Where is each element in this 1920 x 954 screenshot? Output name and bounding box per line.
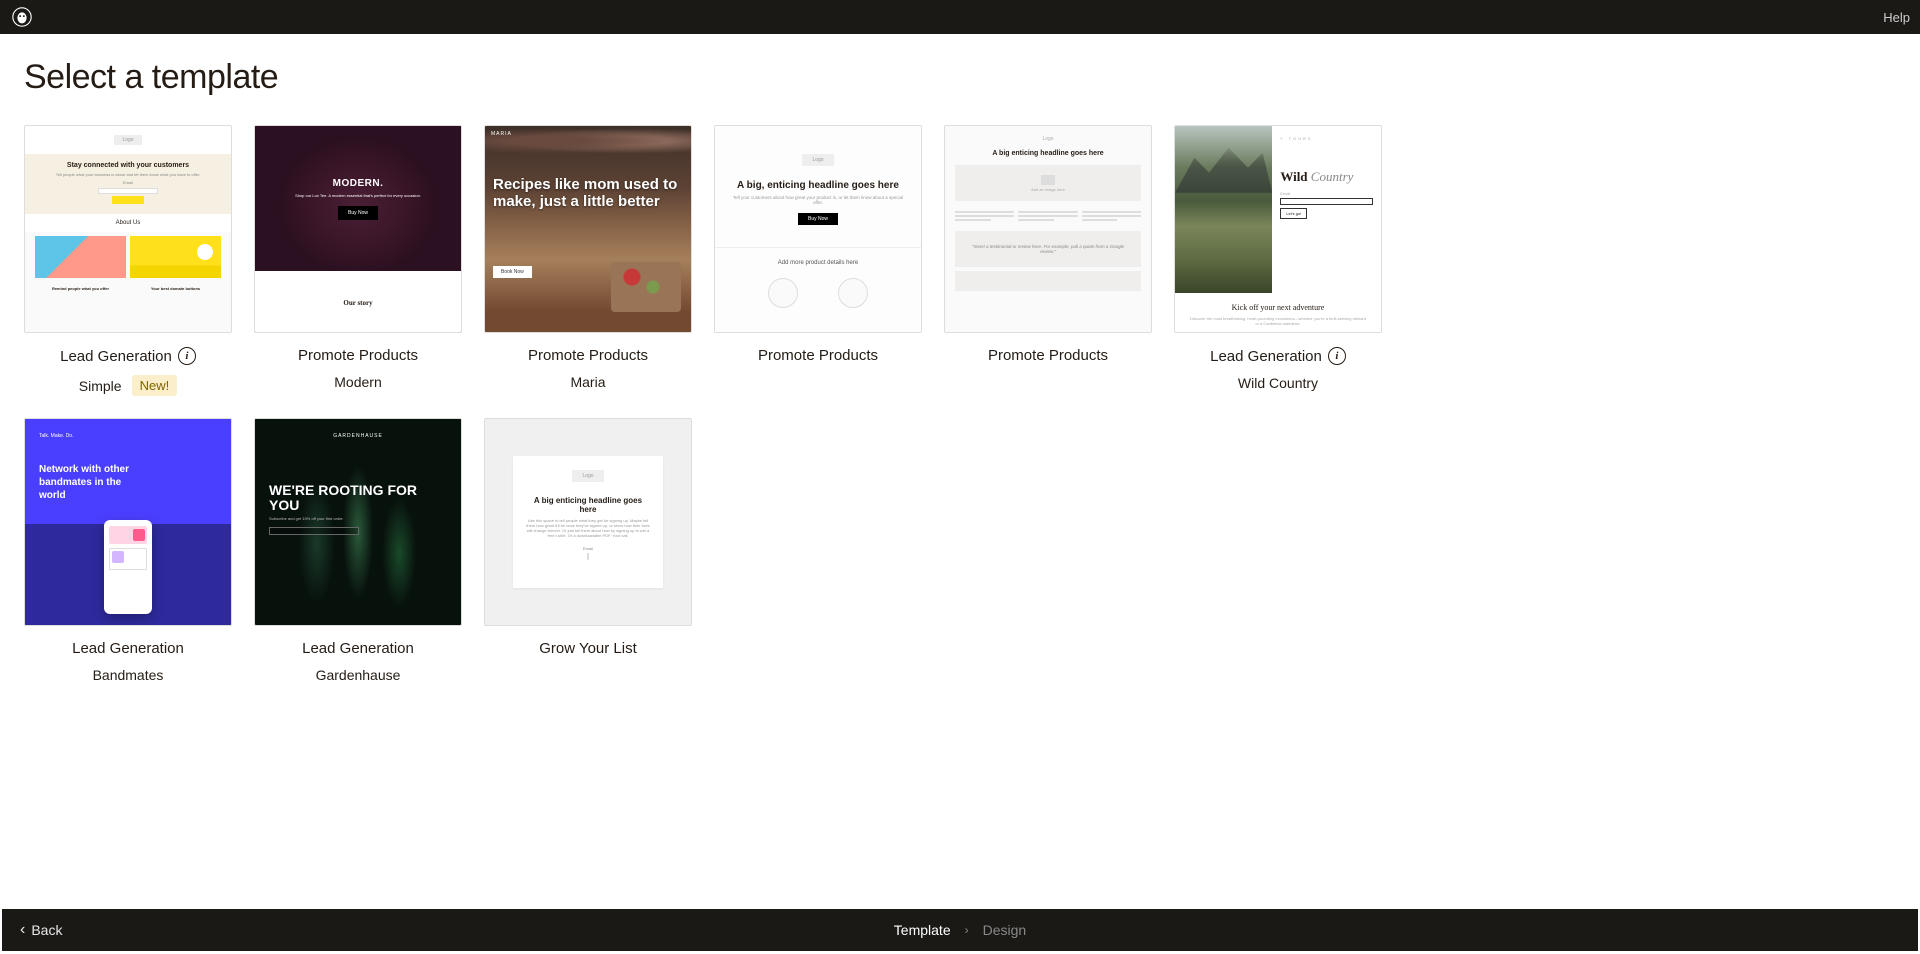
chevron-left-icon: ‹ — [20, 921, 25, 939]
template-thumbnail: Talk. Make. Do. Network with other bandm… — [24, 418, 232, 626]
thumb-logo: Logo — [572, 470, 603, 482]
back-label: Back — [31, 922, 62, 938]
thumb-story: Our story — [255, 271, 461, 333]
thumb-cta: Book Now — [493, 266, 532, 278]
template-card-promote-1[interactable]: Logo A big, enticing headline goes here … — [714, 125, 922, 396]
help-link[interactable]: Help — [1883, 10, 1910, 25]
template-thumbnail: MARIA Recipes like mom used to make, jus… — [484, 125, 692, 333]
template-thumbnail: ≡TOURS Wild Country Email Let's go! Kick… — [1174, 125, 1382, 333]
thumb-email-label: Email — [41, 180, 215, 185]
template-name: Maria — [570, 374, 605, 390]
thumb-brand: GARDENHAUSE — [269, 433, 447, 439]
template-name: Wild Country — [1238, 375, 1318, 391]
thumb-col: Your best domain buttons — [151, 286, 200, 291]
template-category: Promote Products — [298, 347, 418, 364]
thumb-title-2: Country — [1311, 169, 1354, 184]
thumb-headline: Network with other bandmates in the worl… — [39, 463, 134, 502]
template-card-simple[interactable]: Logo Stay connected with your customers … — [24, 125, 232, 396]
thumb-email-label: Email — [583, 546, 593, 551]
template-category: Lead Generation — [1210, 348, 1322, 365]
template-card-modern[interactable]: MODERN. Shop our Lux Tee. A modern essen… — [254, 125, 462, 396]
template-card-gardenhause[interactable]: GARDENHAUSE WE'RE ROOTING FOR YOU Subscr… — [254, 418, 462, 683]
step-indicator: Template › Design — [894, 922, 1026, 938]
thumb-email-label: Email — [1280, 191, 1373, 196]
thumb-title-1: Wild — [1280, 169, 1310, 184]
main-content: Select a template Logo Stay connected wi… — [0, 34, 1920, 910]
back-button[interactable]: ‹ Back — [20, 921, 62, 939]
thumb-headline: A big enticing headline goes here — [525, 496, 651, 514]
template-card-wild-country[interactable]: ≡TOURS Wild Country Email Let's go! Kick… — [1174, 125, 1382, 396]
thumb-sub: Discover the most breathtaking, heart-po… — [1189, 316, 1367, 326]
thumb-logo: Logo — [802, 154, 833, 166]
thumb-nav: TOURS — [1289, 136, 1313, 141]
thumb-nav: Talk. Make. Do. — [39, 433, 217, 439]
thumb-brand: MARIA — [491, 131, 512, 137]
template-thumbnail: Logo A big enticing headline goes here A… — [944, 125, 1152, 333]
template-thumbnail: Logo A big, enticing headline goes here … — [714, 125, 922, 333]
thumb-img-label: Add an image here — [1031, 187, 1065, 192]
thumb-headline: WE'RE ROOTING FOR YOU — [269, 483, 447, 512]
template-thumbnail: GARDENHAUSE WE'RE ROOTING FOR YOU Subscr… — [254, 418, 462, 626]
template-name: Bandmates — [93, 667, 164, 683]
step-template[interactable]: Template — [894, 922, 951, 938]
template-card-maria[interactable]: MARIA Recipes like mom used to make, jus… — [484, 125, 692, 396]
thumb-headline: A big, enticing headline goes here — [727, 180, 909, 191]
thumb-headline: Stay connected with your customers — [67, 162, 189, 169]
template-card-promote-2[interactable]: Logo A big enticing headline goes here A… — [944, 125, 1152, 396]
thumb-kick: Kick off your next adventure — [1189, 303, 1367, 312]
thumb-sub: Tell people what your business is about … — [41, 172, 215, 177]
thumb-cta: Buy Now — [798, 213, 838, 225]
template-category: Lead Generation — [72, 640, 184, 657]
template-thumbnail: Logo Stay connected with your customers … — [24, 125, 232, 333]
info-icon[interactable]: i — [1328, 347, 1346, 365]
template-card-bandmates[interactable]: Talk. Make. Do. Network with other bandm… — [24, 418, 232, 683]
thumb-headline: A big enticing headline goes here — [955, 150, 1141, 157]
mailchimp-logo-icon[interactable] — [10, 5, 34, 29]
thumb-sub: Use this space to tell people what they … — [525, 518, 651, 539]
thumb-quote: "Insert a testimonial or review here. Fo… — [967, 244, 1129, 254]
thumb-sub: Subscribe and get 10% off your first ord… — [269, 516, 359, 521]
template-grid: Logo Stay connected with your customers … — [24, 125, 1896, 683]
template-category: Promote Products — [988, 347, 1108, 364]
template-category: Grow Your List — [539, 640, 637, 657]
thumb-cta: Let's go! — [1280, 208, 1307, 219]
thumb-cta: Buy Now — [338, 206, 378, 220]
template-category: Promote Products — [528, 347, 648, 364]
thumb-col: Remind people what you offer — [52, 286, 109, 291]
thumb-about: About Us — [25, 214, 231, 232]
page-title: Select a template — [24, 58, 1896, 97]
thumb-more: Add more product details here — [715, 260, 921, 266]
thumb-brand: MODERN. — [333, 178, 384, 189]
template-category: Promote Products — [758, 347, 878, 364]
template-thumbnail: Logo A big enticing headline goes here U… — [484, 418, 692, 626]
template-category: Lead Generation — [60, 348, 172, 365]
step-design[interactable]: Design — [983, 922, 1027, 938]
top-bar: Help — [0, 0, 1920, 34]
thumb-logo: Logo — [955, 136, 1141, 142]
thumb-logo: Logo — [114, 135, 141, 145]
template-name: Gardenhause — [316, 667, 401, 683]
thumb-tag: Shop our Lux Tee. A modern essential tha… — [295, 193, 421, 198]
thumb-headline: Recipes like mom used to make, just a li… — [493, 176, 683, 211]
template-category: Lead Generation — [302, 640, 414, 657]
template-card-grow-list[interactable]: Logo A big enticing headline goes here U… — [484, 418, 692, 683]
template-thumbnail: MODERN. Shop our Lux Tee. A modern essen… — [254, 125, 462, 333]
info-icon[interactable]: i — [178, 347, 196, 365]
template-name: Modern — [334, 374, 381, 390]
chevron-right-icon: › — [965, 923, 969, 937]
new-badge: New! — [132, 375, 178, 396]
footer-bar: ‹ Back Template › Design — [2, 909, 1918, 951]
thumb-sub: Tell your customers about how great your… — [731, 195, 905, 205]
template-name: Simple — [79, 378, 122, 394]
